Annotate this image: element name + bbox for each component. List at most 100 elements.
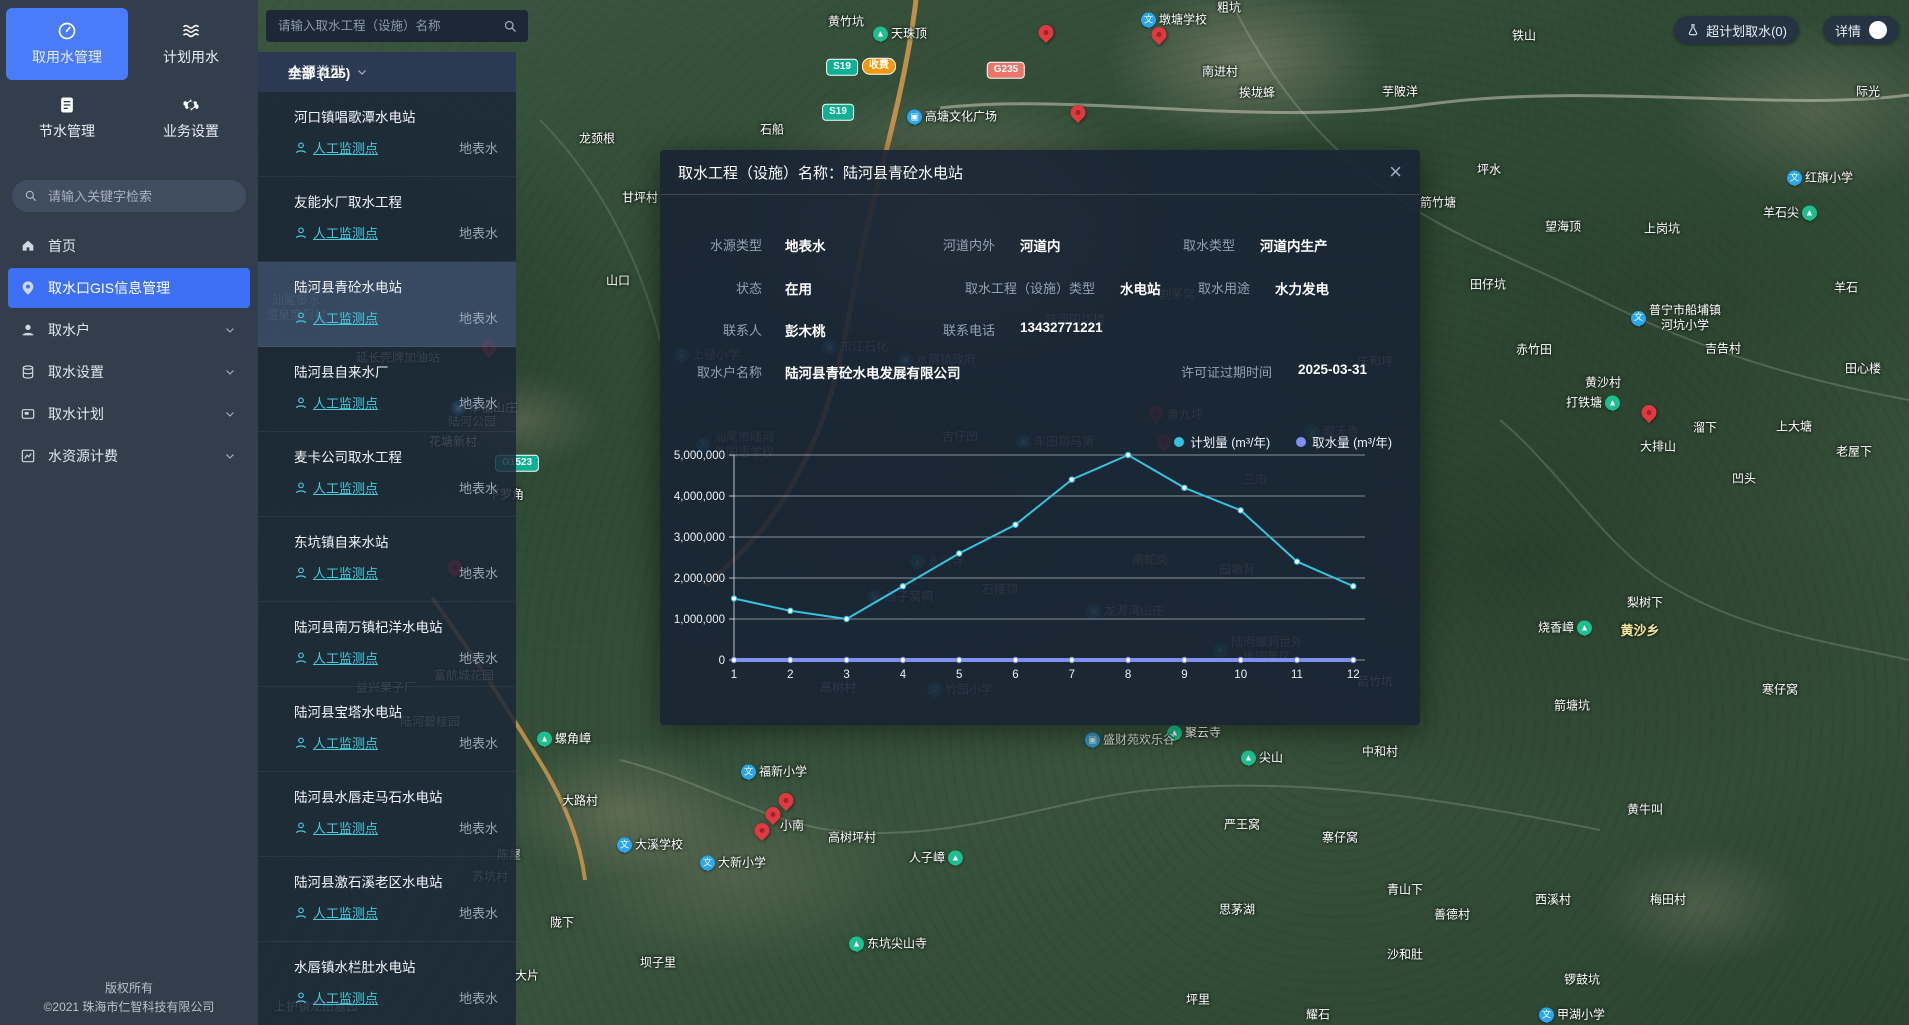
- monitor-type-link[interactable]: 人工监测点: [313, 478, 378, 497]
- person-icon: [294, 396, 308, 410]
- map-marker-pin[interactable]: [1067, 102, 1088, 123]
- map-label-text: 梅田村: [1650, 893, 1686, 908]
- sidebar-item-label: 水资源计费: [48, 446, 118, 466]
- map-label: ▲尖山: [1241, 751, 1283, 766]
- monitor-type-link[interactable]: 人工监测点: [313, 308, 378, 327]
- app-tile-业务设置[interactable]: 业务设置: [130, 82, 252, 154]
- monitor-type-link[interactable]: 人工监测点: [313, 138, 378, 157]
- station-name: 友能水厂取水工程: [294, 191, 498, 211]
- map-label-text: 龙颈根: [579, 132, 615, 147]
- monitor-type-link[interactable]: 人工监测点: [313, 393, 378, 412]
- station-list-item[interactable]: 东坑镇自来水站人工监测点地表水: [258, 517, 516, 602]
- station-search-input[interactable]: [276, 18, 497, 34]
- legend-dot: [1174, 437, 1184, 447]
- map-label-text: 芋陂洋: [1382, 85, 1418, 100]
- map-label-text: 善德村: [1434, 908, 1470, 923]
- map-label: 中和村: [1362, 745, 1398, 760]
- station-list-item[interactable]: 陆河县青砼水电站人工监测点地表水: [258, 262, 516, 347]
- toggle-knob-icon[interactable]: [1869, 21, 1887, 39]
- legend-item-planned[interactable]: 计划量 (m³/年): [1174, 432, 1270, 451]
- map-label-text: 陇下: [550, 916, 574, 931]
- app-tile-label: 取用水管理: [32, 47, 102, 67]
- sidebar-item-取水口GIS信息管理[interactable]: 取水口GIS信息管理: [8, 268, 250, 308]
- map-label: 青山下: [1387, 883, 1423, 898]
- station-list: 河口镇唱歌潭水电站人工监测点地表水友能水厂取水工程人工监测点地表水陆河县青砼水电…: [258, 92, 516, 1025]
- svg-text:3,000,000: 3,000,000: [674, 532, 725, 544]
- close-icon[interactable]: ×: [1389, 161, 1402, 183]
- map-marker-pin[interactable]: [1035, 22, 1056, 43]
- field-value: 水力发电: [1275, 278, 1329, 298]
- sidebar-search[interactable]: [12, 180, 246, 212]
- monitor-type-link[interactable]: 人工监测点: [313, 818, 378, 837]
- map-label-text: 沙和肚: [1387, 948, 1423, 963]
- app-root: 黄竹坑▲天珠顶文墩塘学校粗坑南进村挨垅蜂芋陂洋际光铁山石船龙颈根▣高塘文化广场甘…: [0, 0, 1909, 1025]
- monitor-type-link[interactable]: 人工监测点: [313, 988, 378, 1007]
- map-marker-pin[interactable]: [1638, 402, 1659, 423]
- station-list-item[interactable]: 陆河县宝塔水电站人工监测点地表水: [258, 687, 516, 772]
- sidebar-item-取水户[interactable]: 取水户: [8, 310, 250, 350]
- station-search[interactable]: [266, 10, 528, 42]
- map-label-text: 甲湖小学: [1557, 1008, 1605, 1023]
- svg-text:4: 4: [900, 669, 907, 681]
- monitor-type-link[interactable]: 人工监测点: [313, 648, 378, 667]
- map-label-text: 凹头: [1732, 472, 1756, 487]
- map-label: 锣鼓坑: [1564, 973, 1600, 988]
- map-label: 吉告村: [1705, 342, 1741, 357]
- sidebar-search-input[interactable]: [46, 188, 234, 205]
- monitor-type-link[interactable]: 人工监测点: [313, 223, 378, 242]
- water-source-type: 地表水: [459, 393, 498, 412]
- map-label-text: 人子嶂: [909, 851, 945, 866]
- person-icon: [294, 821, 308, 835]
- station-name: 陆河县自来水厂: [294, 361, 498, 381]
- filter-dropdown[interactable]: 全部 (125): [288, 62, 368, 82]
- monitor-type-link[interactable]: 人工监测点: [313, 563, 378, 582]
- over-plan-button[interactable]: 超计划取水(0): [1674, 16, 1799, 44]
- map-label-text: 羊石: [1834, 281, 1858, 296]
- station-list-item[interactable]: 陆河县自来水厂人工监测点 地表水: [258, 347, 516, 432]
- detail-toggle[interactable]: 详情: [1823, 16, 1899, 44]
- station-list-item[interactable]: 陆河县激石溪老区水电站人工监测点地表水: [258, 857, 516, 942]
- app-tile-计划用水[interactable]: 计划用水: [130, 8, 252, 80]
- legend-item-actual[interactable]: 取水量 (m³/年): [1296, 432, 1392, 451]
- svg-text:8: 8: [1125, 669, 1131, 681]
- station-meta: 人工监测点地表水: [294, 818, 498, 837]
- svg-text:1: 1: [731, 669, 737, 681]
- monitor-type-link[interactable]: 人工监测点: [313, 903, 378, 922]
- person-icon: [294, 311, 308, 325]
- station-list-item[interactable]: 河口镇唱歌潭水电站人工监测点地表水: [258, 92, 516, 177]
- app-tile-取用水管理[interactable]: 取用水管理: [6, 8, 128, 80]
- field-label: 取水工程（设施）类型: [965, 278, 1095, 297]
- search-icon: [24, 189, 38, 203]
- map-label: 高树坪村: [828, 831, 876, 846]
- person-icon: [294, 651, 308, 665]
- station-list-item[interactable]: 水唇镇水栏肚水电站人工监测点地表水: [258, 942, 516, 1025]
- map-label: 寨仔窝: [1322, 831, 1358, 846]
- sidebar-item-首页[interactable]: 首页: [8, 226, 250, 266]
- mountain-poi-icon: ▲: [1605, 396, 1620, 411]
- sidebar-item-取水设置[interactable]: 取水设置: [8, 352, 250, 392]
- mountain-poi-icon: ▲: [849, 937, 864, 952]
- svg-text:2: 2: [787, 669, 793, 681]
- mountain-poi-icon: ▲: [1802, 206, 1817, 221]
- app-tile-节水管理[interactable]: 节水管理: [6, 82, 128, 154]
- map-marker-pin[interactable]: [751, 820, 772, 841]
- map-label-text: 上大塘: [1776, 420, 1812, 435]
- monitor-type-link[interactable]: 人工监测点: [313, 733, 378, 752]
- station-list-item[interactable]: 陆河县水唇走马石水电站人工监测点地表水: [258, 772, 516, 857]
- sidebar-item-取水计划[interactable]: 取水计划: [8, 394, 250, 434]
- station-list-item[interactable]: 麦卡公司取水工程人工监测点地表水: [258, 432, 516, 517]
- map-label-text: 耀石: [1306, 1008, 1330, 1023]
- map-marker-pin[interactable]: [775, 790, 796, 811]
- station-name: 陆河县水唇走马石水电站: [294, 786, 498, 806]
- pin-icon: [20, 280, 36, 296]
- search-icon[interactable]: [503, 19, 518, 34]
- field-label: 许可证过期时间: [1181, 362, 1272, 381]
- person-icon: [294, 566, 308, 580]
- station-list-item[interactable]: 友能水厂取水工程人工监测点地表水: [258, 177, 516, 262]
- station-name: 河口镇唱歌潭水电站: [294, 106, 498, 126]
- map-label-text: 梨树下: [1627, 596, 1663, 611]
- map-label-text: 严王窝: [1224, 818, 1260, 833]
- sidebar-item-水资源计费[interactable]: 水资源计费: [8, 436, 250, 476]
- station-list-item[interactable]: 陆河县南万镇杞洋水电站人工监测点地表水: [258, 602, 516, 687]
- app-tile-label: 节水管理: [39, 121, 95, 141]
